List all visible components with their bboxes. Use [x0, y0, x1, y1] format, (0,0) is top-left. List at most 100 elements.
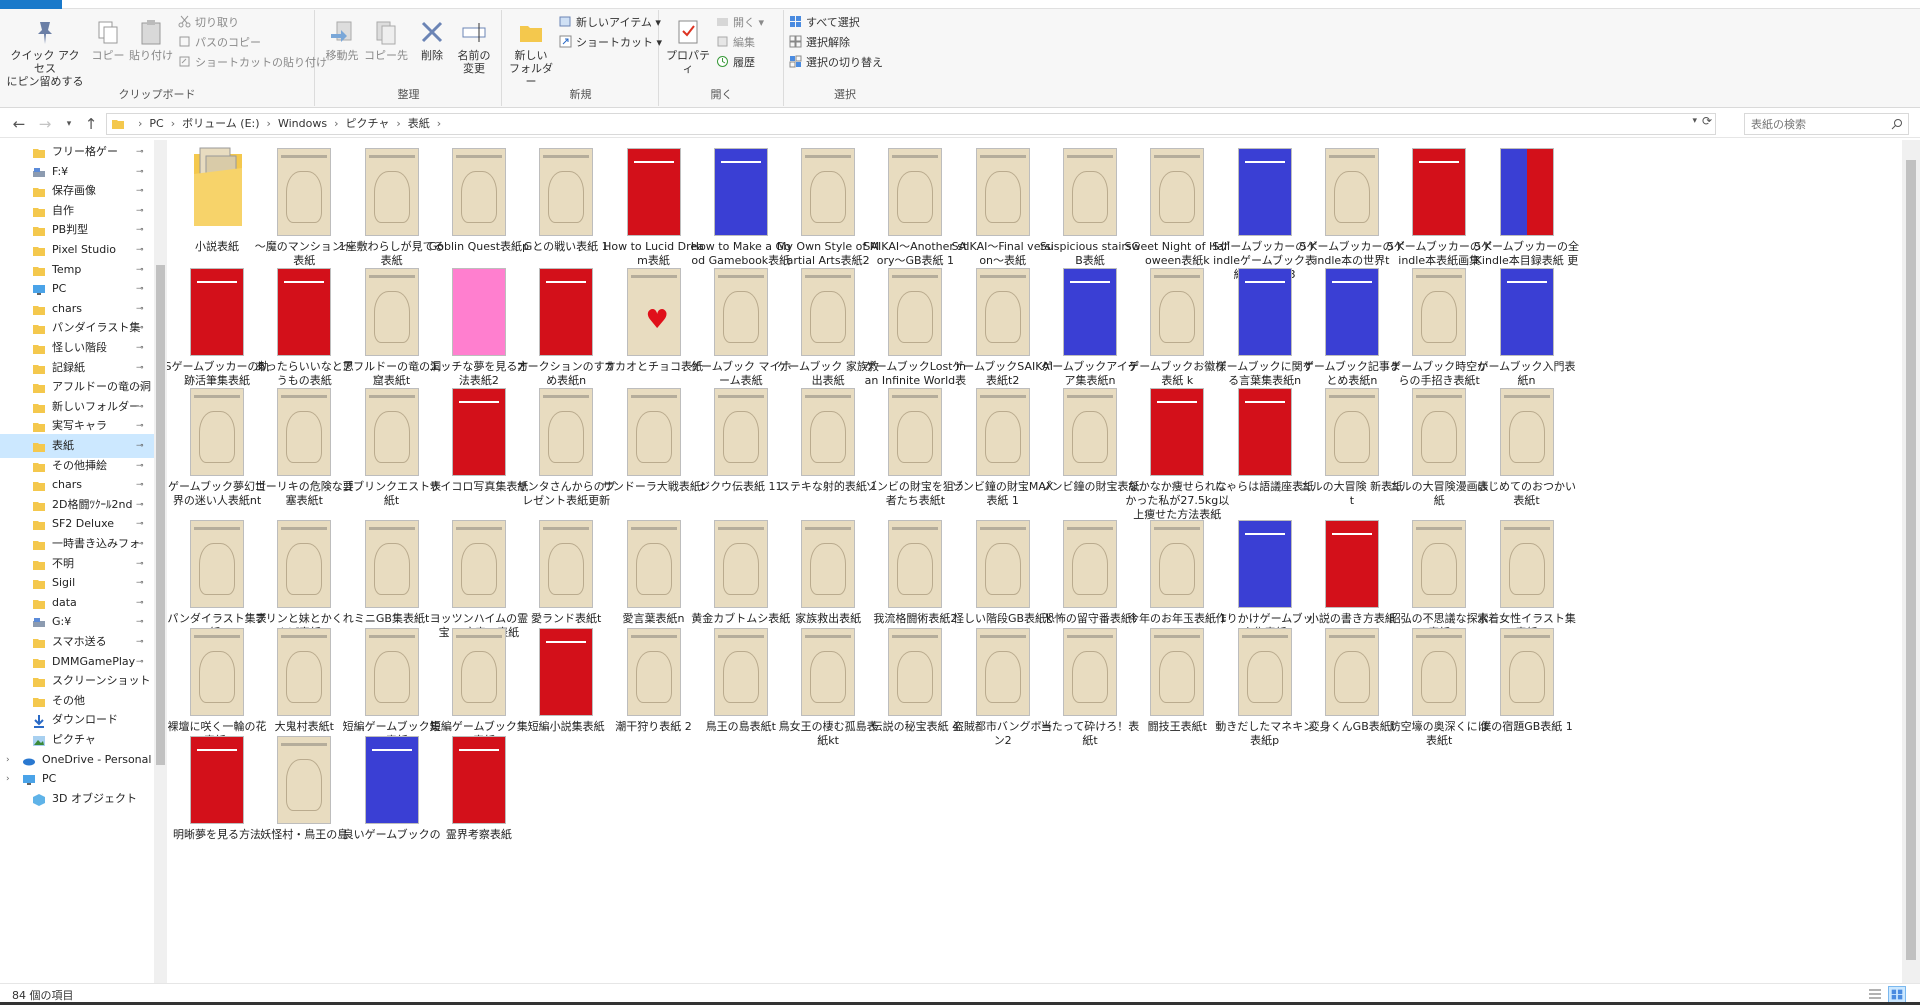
- copy-path-button[interactable]: パスのコピー: [178, 34, 261, 52]
- cover-thumbnail: [1324, 628, 1379, 716]
- search-icon[interactable]: [1891, 118, 1903, 130]
- breadcrumb-item[interactable]: ピクチャ: [345, 114, 389, 134]
- back-arrow-icon[interactable]: ←: [8, 110, 30, 138]
- large-icons-view-icon[interactable]: [1888, 986, 1906, 1003]
- new-item-icon: [559, 16, 571, 27]
- cover-thumbnail: [801, 148, 856, 236]
- select-all-icon: [790, 16, 801, 27]
- cover-thumbnail: [277, 268, 332, 356]
- cover-thumbnail: [713, 520, 768, 608]
- cover-thumbnail: [1150, 388, 1205, 476]
- drive-icon: [32, 615, 46, 629]
- navigation-pane-scrollbar[interactable]: [154, 140, 167, 983]
- cover-thumbnail: [364, 388, 419, 476]
- cover-thumbnail: [626, 388, 681, 476]
- forward-arrow-icon[interactable]: →: [34, 110, 56, 138]
- invert-selection-button[interactable]: 選択の切り替え: [789, 54, 883, 72]
- cover-thumbnail: [1237, 520, 1292, 608]
- folder-icon: [32, 596, 46, 610]
- file-name: はじめてのおつかい表紙t: [1477, 480, 1576, 507]
- breadcrumb-item[interactable]: PC: [149, 114, 163, 134]
- cover-thumbnail: [888, 268, 943, 356]
- cover-thumbnail: [451, 268, 506, 356]
- cover-thumbnail: [539, 148, 594, 236]
- file-item[interactable]: 僕の宿題GB表紙 1: [1474, 620, 1580, 766]
- cover-thumbnail: [1063, 628, 1117, 716]
- search-box[interactable]: [1744, 113, 1909, 135]
- cover-thumbnail: [1324, 520, 1379, 608]
- copy-button[interactable]: コピー: [88, 18, 128, 62]
- file-item[interactable]: はじめてのおつかい表紙t: [1474, 380, 1580, 526]
- address-dropdown-chevron-icon[interactable]: ▾: [1692, 116, 1697, 126]
- cover-thumbnail: [1499, 268, 1554, 356]
- new-item-button[interactable]: 新しいアイテム ▾: [559, 14, 661, 32]
- copy-to-button[interactable]: コピー先: [364, 18, 408, 62]
- clipboard-icon: [141, 20, 161, 45]
- pc-icon: [22, 772, 36, 786]
- pin-quick-access-button[interactable]: クイック アクセス にピン留めする: [6, 18, 84, 88]
- cover-thumbnail: [1412, 148, 1467, 236]
- cover-thumbnail: [1499, 148, 1554, 236]
- navigation-scroll-thumb[interactable]: [156, 265, 165, 765]
- clipboard-group: クイック アクセス にピン留めする コピー 貼り付け 切り取り パスのコピー ショ…: [0, 10, 327, 106]
- nav-item[interactable]: 3D オブジェクト: [0, 787, 155, 811]
- recent-locations-chevron-icon[interactable]: ▾: [58, 110, 80, 138]
- file-view-scrollbar[interactable]: [1902, 140, 1920, 983]
- cover-thumbnail: [975, 388, 1030, 476]
- cover-thumbnail: [1237, 148, 1292, 236]
- select-none-button[interactable]: 選択解除: [789, 34, 850, 52]
- refresh-icon[interactable]: ⟳: [1702, 114, 1712, 128]
- breadcrumb-separator-icon[interactable]: ›: [437, 114, 441, 134]
- cover-thumbnail: [1237, 388, 1292, 476]
- navigation-pane: フリー格ゲー ⊸ F:¥ ⊸ 保存画像 ⊸ 自作 ⊸ PB判型 ⊸ Pixel Studio ⊸ Tem…: [0, 140, 167, 983]
- shortcut-button[interactable]: ショートカット ▾: [559, 34, 662, 52]
- history-button[interactable]: 履歴: [716, 54, 755, 72]
- edit-button[interactable]: 編集: [716, 34, 755, 52]
- search-input[interactable]: [1745, 114, 1885, 134]
- cover-thumbnail: [1150, 148, 1205, 236]
- paste-button[interactable]: 貼り付け: [128, 18, 174, 62]
- breadcrumb-item[interactable]: Windows: [278, 114, 327, 134]
- cut-button[interactable]: 切り取り: [178, 14, 239, 32]
- delete-button[interactable]: 削除: [412, 18, 452, 62]
- breadcrumb-separator-icon[interactable]: ›: [396, 114, 400, 134]
- folder-icon: [32, 321, 46, 335]
- folder-icon: [32, 243, 46, 257]
- address-bar[interactable]: › PC › ボリューム (E:) › Windows › ピクチャ › 表紙 › ▾ ⟳: [106, 113, 1716, 135]
- breadcrumb-separator-icon[interactable]: ›: [138, 114, 142, 134]
- file-tab[interactable]: [0, 0, 62, 9]
- cover-thumbnail: [1499, 388, 1554, 476]
- select-all-button[interactable]: すべて選択: [789, 14, 860, 32]
- folder-icon: [32, 204, 46, 218]
- breadcrumb-item[interactable]: ボリューム (E:): [182, 114, 259, 134]
- cover-thumbnail: [626, 148, 681, 236]
- file-item[interactable]: 霊界考察表紙: [426, 728, 532, 874]
- cover-thumbnail: [1150, 268, 1205, 356]
- open-button[interactable]: 開く ▾: [716, 14, 764, 32]
- move-to-button[interactable]: 移動先: [320, 18, 364, 62]
- folder-icon: [32, 576, 46, 590]
- rename-button[interactable]: 名前の 変更: [452, 18, 496, 75]
- breadcrumb-separator-icon[interactable]: ›: [267, 114, 271, 134]
- new-group-label: 新規: [569, 88, 592, 101]
- new-folder-button[interactable]: 新しい フォルダー: [505, 18, 557, 88]
- up-arrow-icon[interactable]: ↑: [80, 110, 102, 138]
- cover-thumbnail: [1324, 268, 1379, 356]
- cover-thumbnail: [975, 148, 1030, 236]
- properties-icon: [678, 20, 698, 44]
- details-view-icon[interactable]: [1868, 988, 1882, 1001]
- breadcrumb: › PC › ボリューム (E:) › Windows › ピクチャ › 表紙 ›: [131, 114, 448, 134]
- cover-thumbnail: [451, 628, 506, 716]
- cover-thumbnail: [1063, 148, 1117, 236]
- breadcrumb-separator-icon[interactable]: ›: [171, 114, 175, 134]
- cover-thumbnail: [277, 628, 332, 716]
- properties-button[interactable]: プロパティ: [662, 18, 714, 75]
- file-view-scroll-thumb[interactable]: [1906, 160, 1916, 960]
- cover-thumbnail: [713, 388, 768, 476]
- move-icon: [331, 21, 352, 42]
- ribbon-tab-strip: [0, 0, 1920, 9]
- cover-thumbnail: [1499, 520, 1554, 608]
- breadcrumb-item[interactable]: 表紙: [408, 114, 430, 134]
- paste-shortcut-button[interactable]: ショートカットの貼り付け: [178, 54, 327, 72]
- breadcrumb-separator-icon[interactable]: ›: [334, 114, 338, 134]
